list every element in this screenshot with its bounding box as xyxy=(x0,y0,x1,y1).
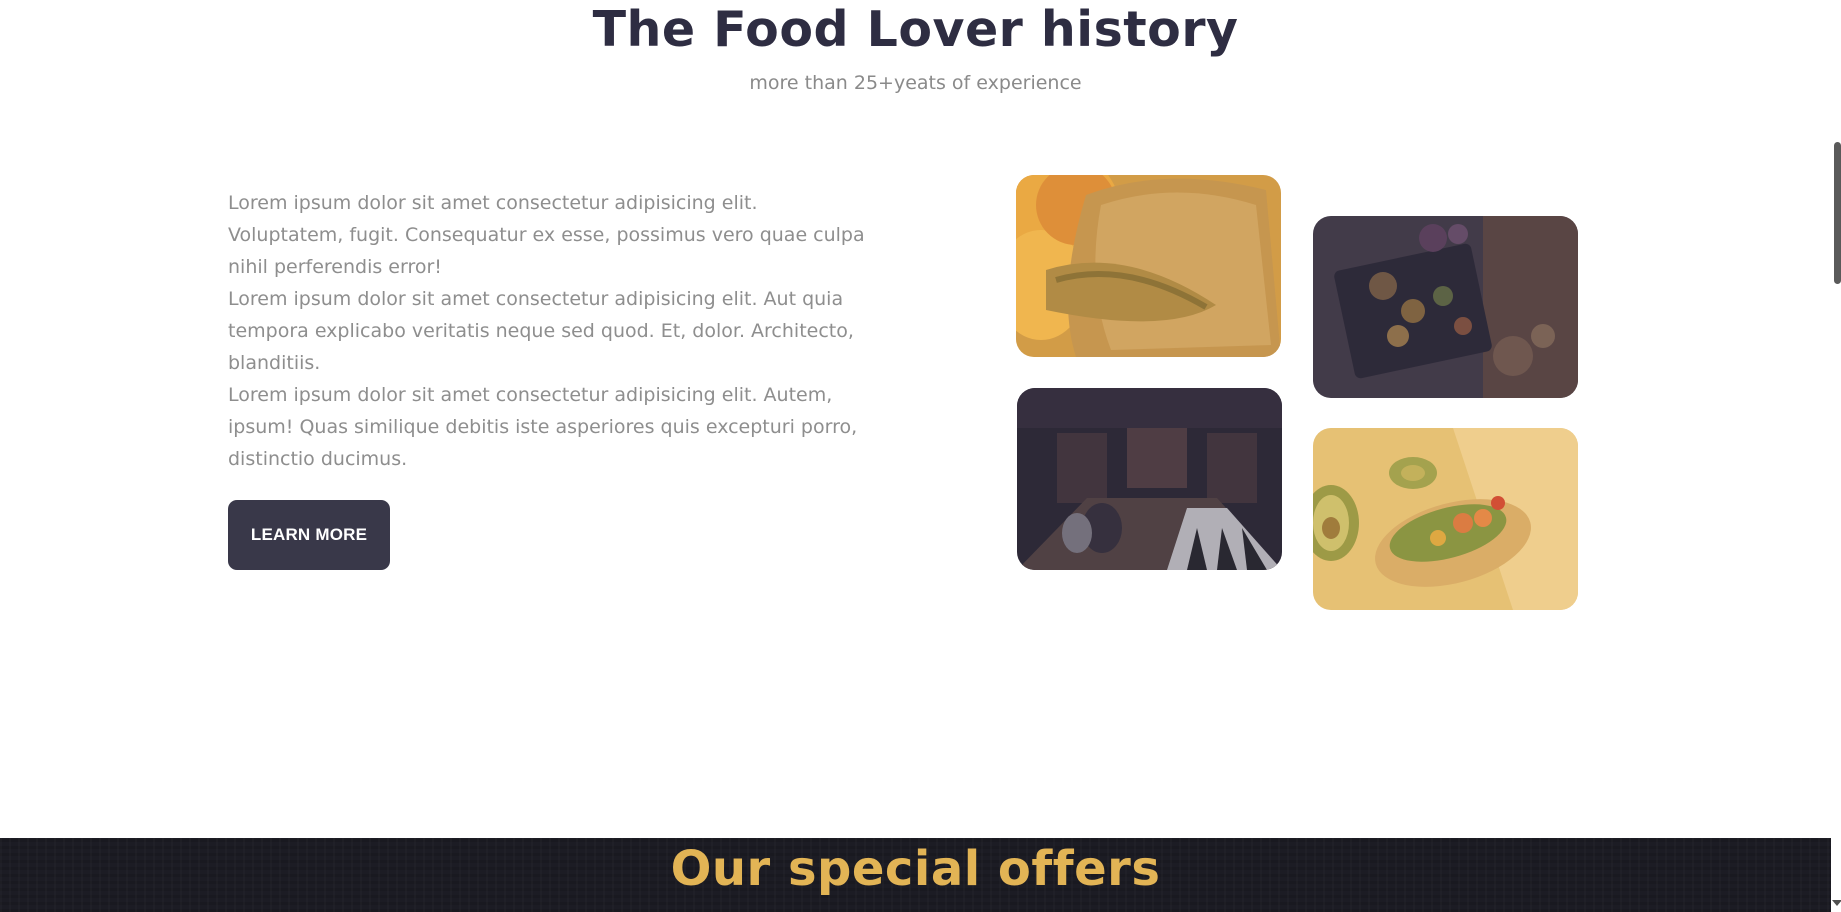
section-subtitle: more than 25+yeats of experience xyxy=(749,72,1082,94)
roast-meat-image xyxy=(1016,175,1281,357)
history-paragraph-2: Lorem ipsum dolor sit amet consectetur a… xyxy=(228,288,854,374)
history-paragraph-3: Lorem ipsum dolor sit amet consectetur a… xyxy=(228,384,858,470)
history-text-column: Lorem ipsum dolor sit amet consectetur a… xyxy=(228,187,868,475)
scroll-down-arrow-icon[interactable] xyxy=(1832,900,1841,906)
restaurant-interior-image xyxy=(1017,388,1282,570)
learn-more-button[interactable]: LEARN MORE xyxy=(228,500,390,570)
food-platter-image xyxy=(1313,216,1578,398)
history-paragraph-1: Lorem ipsum dolor sit amet consectetur a… xyxy=(228,192,865,278)
scrollbar-track[interactable] xyxy=(1831,0,1841,912)
page: The Food Lover history more than 25+yeat… xyxy=(0,0,1841,912)
avocado-toast-image xyxy=(1313,428,1578,610)
offers-title: Our special offers xyxy=(670,841,1161,897)
section-title: The Food Lover history xyxy=(592,1,1239,58)
scrollbar-thumb[interactable] xyxy=(1834,142,1841,284)
